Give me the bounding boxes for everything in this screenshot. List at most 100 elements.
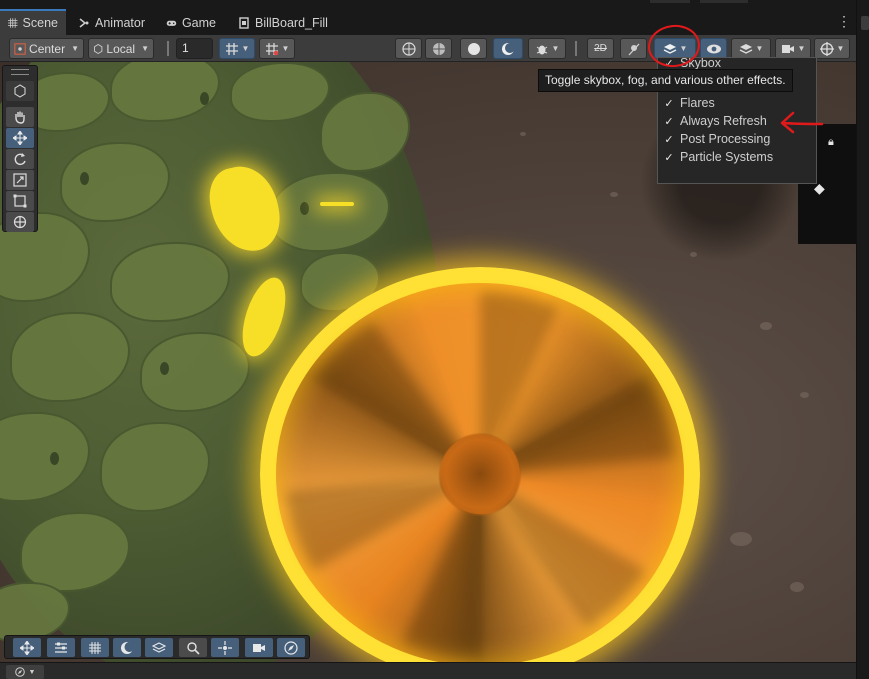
view-cube-tool[interactable]: [6, 81, 34, 101]
menu-item-label: Post Processing: [680, 132, 771, 146]
scale-tool[interactable]: [6, 170, 34, 190]
2d-icon: 2D: [594, 43, 607, 54]
check-icon: ✓: [664, 151, 674, 164]
leaf-cutout: [160, 362, 169, 375]
scene-visibility-button[interactable]: [700, 38, 727, 59]
ground-pebble: [520, 132, 526, 136]
moon-icon: [121, 641, 134, 654]
shading-shaded-wireframe-button[interactable]: [425, 38, 452, 59]
light-off-icon: [628, 43, 639, 55]
align-icon: [55, 642, 67, 653]
layers-icon: [152, 641, 166, 653]
overlay-pivot-button[interactable]: [211, 638, 239, 657]
pivot-label: Center: [29, 41, 66, 56]
shading-wireframe-button[interactable]: [395, 38, 422, 59]
camera-icon: [253, 643, 265, 652]
shading-solid-button[interactable]: [460, 38, 487, 59]
toggle-lighting-button[interactable]: [620, 38, 647, 59]
overlay-menu-dropdown[interactable]: ▼: [6, 665, 44, 679]
overlay-camera-button[interactable]: [245, 638, 273, 657]
solid-sphere-icon: [467, 42, 480, 55]
tab-scene[interactable]: Scene: [0, 9, 66, 35]
chevron-down-icon: ▼: [755, 44, 764, 53]
grid-icon: [8, 18, 18, 28]
scale-icon: [13, 173, 27, 187]
overlay-move-button[interactable]: [13, 638, 41, 657]
animator-icon: [79, 17, 89, 28]
menu-item-particle-systems[interactable]: ✓ Particle Systems: [658, 148, 816, 166]
chevron-down-icon: ▼: [241, 44, 250, 53]
hand-icon: [15, 111, 25, 124]
panel-tab-stub[interactable]: [861, 16, 869, 30]
menu-item-label: Flares: [680, 96, 715, 110]
overlay-search-button[interactable]: [179, 638, 207, 657]
camera-settings-dropdown[interactable]: ▼: [775, 38, 811, 59]
increment-snap-toggle[interactable]: ▼: [259, 38, 295, 59]
space-dropdown[interactable]: Local ▼: [88, 38, 154, 59]
overlay-compass-button[interactable]: [277, 638, 305, 657]
debug-draw-mode-button[interactable]: ▼: [528, 38, 566, 59]
chevron-down-icon: ▼: [281, 44, 290, 53]
layers-dropdown[interactable]: ▼: [731, 38, 771, 59]
cube-icon: [14, 84, 26, 98]
scene-overlay-toolbar: [4, 635, 310, 659]
gizmos-dropdown[interactable]: ▼: [814, 38, 850, 59]
pivot-dropdown[interactable]: Center ▼: [9, 38, 84, 59]
rotate-tool[interactable]: [6, 149, 34, 169]
lock-icon: 🔒︎: [828, 136, 834, 148]
search-icon: [187, 641, 200, 655]
grid-icon: [89, 641, 101, 654]
wireframe-globe-icon: [401, 41, 416, 56]
gizmo-globe-icon: [819, 41, 834, 56]
shader-icon: [239, 16, 249, 29]
bug-icon: [536, 45, 547, 54]
overlay-grid-button[interactable]: [81, 638, 109, 657]
transform-tool[interactable]: [6, 212, 34, 232]
overlay-lighting-button[interactable]: [113, 638, 141, 657]
grid-snap-input[interactable]: 1: [176, 38, 213, 59]
ground-pebble: [800, 392, 809, 398]
window-edge: [700, 0, 748, 3]
tab-animator[interactable]: Animator: [70, 10, 154, 35]
tab-options-icon[interactable]: ⋮: [837, 14, 851, 28]
leaf-cutout: [200, 92, 209, 105]
overlay-align-button[interactable]: [47, 638, 75, 657]
leaf-cutout: [50, 452, 59, 465]
annotation-arrow: [780, 111, 824, 134]
toolbar-separator: [575, 41, 577, 56]
tab-billboard-fill[interactable]: BillBoard_Fill: [230, 10, 360, 35]
ground-pebble: [610, 192, 618, 197]
ground-pebble: [690, 252, 697, 257]
rect-tool[interactable]: [6, 191, 34, 211]
tab-bar: Scene Animator Game BillBoard_Fill ⋮: [0, 0, 869, 35]
move-tool[interactable]: [6, 128, 34, 148]
compass-icon: [284, 640, 298, 655]
shaded-wireframe-icon: [432, 42, 445, 55]
chevron-down-icon: ▼: [836, 44, 845, 53]
ground-pebble: [760, 322, 772, 330]
chevron-down-icon: ▼: [71, 44, 79, 53]
overlay-layers-button[interactable]: [145, 638, 173, 657]
rect-transform-icon: [13, 194, 27, 208]
leaf-cutout: [300, 202, 309, 215]
compass-icon: [14, 667, 25, 677]
bush-leaf: [0, 582, 70, 642]
grid-snapping-toggle[interactable]: ▼: [219, 38, 255, 59]
hand-tool[interactable]: [6, 107, 34, 127]
chevron-down-icon: ▼: [797, 44, 806, 53]
toggle-2d-button[interactable]: 2D: [587, 38, 614, 59]
check-icon: ✓: [664, 97, 674, 110]
transform-tools-panel: [2, 65, 38, 232]
unity-scene-window: Scene Animator Game BillBoard_Fill ⋮ Cen…: [0, 0, 869, 679]
panel-grip[interactable]: [11, 69, 29, 75]
layers-icon: [739, 43, 752, 54]
increment-snap-icon: [265, 42, 278, 55]
chevron-down-icon: ▼: [28, 668, 36, 676]
grid-snap-icon: [225, 42, 238, 55]
shading-lit-button[interactable]: [493, 38, 523, 59]
gamepad-icon: [166, 20, 177, 26]
adjacent-panel-edge: [856, 0, 869, 679]
tab-game[interactable]: Game: [158, 10, 224, 35]
effects-tooltip: Toggle skybox, fog, and various other ef…: [538, 69, 793, 92]
pivot-arrows-icon: [218, 640, 232, 655]
